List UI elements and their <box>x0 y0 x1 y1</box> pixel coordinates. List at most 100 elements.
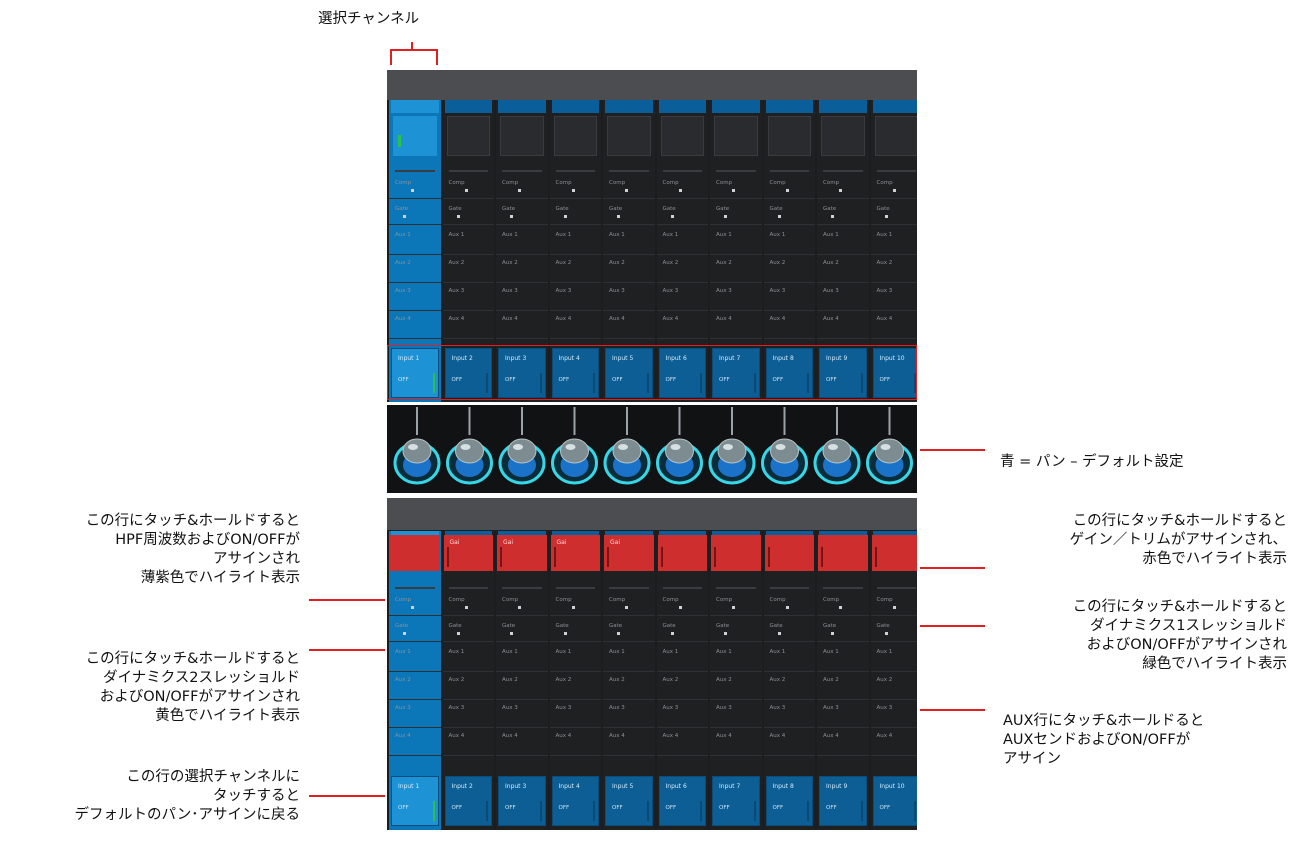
aux-row-label[interactable]: Aux 1 <box>770 649 786 655</box>
comp-row-label[interactable]: Comp <box>823 597 839 603</box>
hpf-row[interactable] <box>395 587 435 589</box>
strip-header[interactable] <box>551 100 599 113</box>
channel-select-button[interactable]: Input 3 OFF <box>498 776 546 826</box>
gate-row-label[interactable]: Gate <box>663 623 676 629</box>
comp-row-label[interactable]: Comp <box>716 597 732 603</box>
gate-row-label[interactable]: Gate <box>877 206 890 212</box>
fader-knob-icon[interactable] <box>603 407 651 485</box>
channel-strip[interactable]: Gai Comp Gate Aux 1 Aux 2 Aux 3 Aux 4 Input 2 OF… <box>442 531 494 830</box>
channel-strip[interactable]: Comp Gate Aux 1 Aux 2 Aux 3 Aux 4 Input 8 OFF <box>763 531 815 830</box>
aux-row-label[interactable]: Aux 4 <box>716 733 732 739</box>
aux-row-label[interactable]: Aux 2 <box>502 260 518 266</box>
gain-cell[interactable]: Gai <box>497 535 547 571</box>
aux-row-label[interactable]: Aux 1 <box>770 232 786 238</box>
aux-row-label[interactable]: Aux 3 <box>609 288 625 294</box>
aux-row-label[interactable]: Aux 3 <box>823 288 839 294</box>
aux-row-label[interactable]: Aux 2 <box>395 677 411 683</box>
aux-row-label[interactable]: Aux 3 <box>449 705 465 711</box>
aux-row-label[interactable]: Aux 1 <box>502 649 518 655</box>
channel-strip[interactable]: Comp Gate Aux 1 Aux 2 Aux 3 Aux 4 Input 7 OFF <box>710 531 762 830</box>
aux-row-label[interactable]: Aux 4 <box>823 316 839 322</box>
fader-knob-icon[interactable] <box>446 407 493 485</box>
channel-select-button[interactable]: Input 2 OFF <box>444 776 492 826</box>
aux-row-label[interactable]: Aux 1 <box>716 649 732 655</box>
aux-row-label[interactable]: Aux 3 <box>877 705 893 711</box>
channel-strip[interactable]: Comp Gate Aux 1 Aux 2 Aux 3 Aux 4 Input 1 OFF <box>389 531 441 830</box>
gate-row-label[interactable]: Gate <box>395 206 408 212</box>
comp-row-label[interactable]: Comp <box>770 597 786 603</box>
aux-row-label[interactable]: Aux 1 <box>823 232 839 238</box>
aux-row-label[interactable]: Aux 2 <box>770 260 786 266</box>
aux-row-label[interactable]: Aux 4 <box>609 316 625 322</box>
aux-row-label[interactable]: Aux 4 <box>663 316 679 322</box>
aux-row-label[interactable]: Aux 2 <box>556 260 572 266</box>
aux-row-label[interactable]: Aux 1 <box>716 232 732 238</box>
gate-row-label[interactable]: Gate <box>609 206 622 212</box>
gate-row-label[interactable]: Gate <box>663 206 676 212</box>
aux-row-label[interactable]: Aux 4 <box>770 733 786 739</box>
hpf-row[interactable] <box>555 170 595 172</box>
aux-row-label[interactable]: Aux 3 <box>823 705 839 711</box>
aux-row-label[interactable]: Aux 3 <box>770 705 786 711</box>
comp-row-label[interactable]: Comp <box>609 597 625 603</box>
aux-row-label[interactable]: Aux 2 <box>823 260 839 266</box>
channel-strip[interactable]: Gai Comp Gate Aux 1 Aux 2 Aux 3 Aux 4 Input 4 OF… <box>549 531 601 830</box>
gain-cell[interactable] <box>711 535 761 571</box>
aux-row-label[interactable]: Aux 2 <box>502 677 518 683</box>
aux-row-label[interactable]: Aux 3 <box>502 705 518 711</box>
hpf-row[interactable] <box>395 170 435 172</box>
comp-row-label[interactable]: Comp <box>823 180 839 186</box>
strip-header[interactable] <box>444 100 492 113</box>
gate-row-label[interactable]: Gate <box>770 623 783 629</box>
strip-header[interactable] <box>712 100 760 113</box>
aux-row-label[interactable]: Aux 1 <box>877 649 893 655</box>
aux-row-label[interactable]: Aux 4 <box>449 316 465 322</box>
aux-row-label[interactable]: Aux 3 <box>663 288 679 294</box>
hpf-row[interactable] <box>769 587 809 589</box>
aux-row-label[interactable]: Aux 1 <box>395 232 411 238</box>
aux-row-label[interactable]: Aux 4 <box>609 733 625 739</box>
gate-row-label[interactable]: Gate <box>770 206 783 212</box>
hpf-row[interactable] <box>609 170 649 172</box>
channel-select-button[interactable]: Input 5 OFF <box>605 776 653 826</box>
hpf-row[interactable] <box>716 170 756 172</box>
channel-strip[interactable]: Gai Comp Gate Aux 1 Aux 2 Aux 3 Aux 4 Input 3 OF… <box>496 531 548 830</box>
gate-row-label[interactable]: Gate <box>502 206 515 212</box>
aux-row-label[interactable]: Aux 4 <box>556 733 572 739</box>
fader-knob-icon[interactable] <box>656 407 703 485</box>
gain-cell[interactable]: Gai <box>604 535 654 571</box>
aux-row-label[interactable]: Aux 4 <box>877 316 893 322</box>
aux-row-label[interactable]: Aux 1 <box>502 232 518 238</box>
aux-row-label[interactable]: Aux 4 <box>502 733 518 739</box>
hpf-row[interactable] <box>662 170 702 172</box>
aux-row-label[interactable]: Aux 2 <box>449 260 465 266</box>
comp-row-label[interactable]: Comp <box>877 597 893 603</box>
aux-row-label[interactable]: Aux 2 <box>716 677 732 683</box>
channel-select-button[interactable]: Input 8 OFF <box>765 776 813 826</box>
gate-row-label[interactable]: Gate <box>823 206 836 212</box>
comp-row-label[interactable]: Comp <box>716 180 732 186</box>
gate-row-label[interactable]: Gate <box>395 623 408 629</box>
channel-strip[interactable]: Gai Comp Gate Aux 1 Aux 2 Aux 3 Aux 4 Input 5 OF… <box>603 531 655 830</box>
aux-row-label[interactable]: Aux 3 <box>716 705 732 711</box>
hpf-row[interactable] <box>823 170 863 172</box>
strip-header[interactable] <box>819 100 867 113</box>
aux-row-label[interactable]: Aux 2 <box>716 260 732 266</box>
hpf-row[interactable] <box>502 587 542 589</box>
gain-cell[interactable] <box>657 535 707 571</box>
comp-row-label[interactable]: Comp <box>877 180 893 186</box>
hpf-row[interactable] <box>876 170 916 172</box>
hpf-row[interactable] <box>769 170 809 172</box>
strip-header[interactable] <box>765 100 813 113</box>
channel-select-button[interactable]: Input 7 OFF <box>712 776 760 826</box>
aux-row-label[interactable]: Aux 2 <box>877 260 893 266</box>
gain-cell[interactable]: Gai <box>550 535 600 571</box>
aux-row-label[interactable]: Aux 1 <box>556 649 572 655</box>
aux-row-label[interactable]: Aux 3 <box>609 705 625 711</box>
hpf-row[interactable] <box>823 587 863 589</box>
gate-row-label[interactable]: Gate <box>609 623 622 629</box>
aux-row-label[interactable]: Aux 4 <box>502 316 518 322</box>
aux-row-label[interactable]: Aux 2 <box>663 677 679 683</box>
aux-row-label[interactable]: Aux 1 <box>395 649 411 655</box>
gate-row-label[interactable]: Gate <box>877 623 890 629</box>
